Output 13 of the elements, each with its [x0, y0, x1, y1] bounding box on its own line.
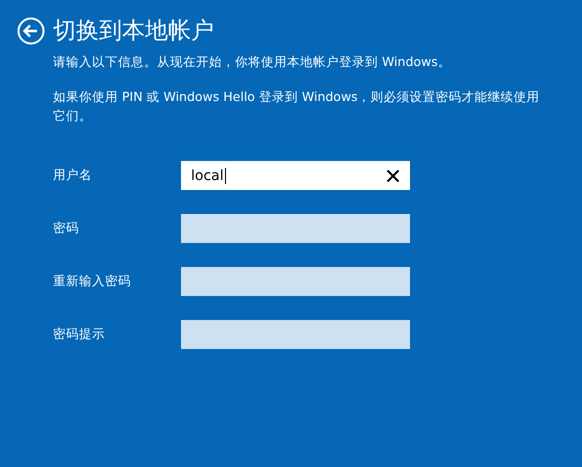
- clear-icon[interactable]: [386, 168, 400, 182]
- input-field[interactable]: local: [181, 161, 410, 190]
- back-button[interactable]: [17, 16, 45, 44]
- intro-text: 请输入以下信息。从现在开始，你将使用本地帐户登录到 Windows。: [53, 54, 452, 71]
- field-label: 密码: [53, 220, 80, 237]
- input-field[interactable]: [181, 320, 410, 349]
- page-title: 切换到本地帐户: [53, 17, 214, 46]
- field-label: 用户名: [53, 167, 93, 184]
- input-field[interactable]: [181, 214, 410, 243]
- note-text: 如果你使用 PIN 或 Windows Hello 登录到 Windows，则必须设置密码才能继续使用它们。: [53, 88, 541, 125]
- input-field[interactable]: [181, 267, 410, 296]
- field-label: 重新输入密码: [53, 273, 132, 290]
- field-label: 密码提示: [53, 326, 106, 343]
